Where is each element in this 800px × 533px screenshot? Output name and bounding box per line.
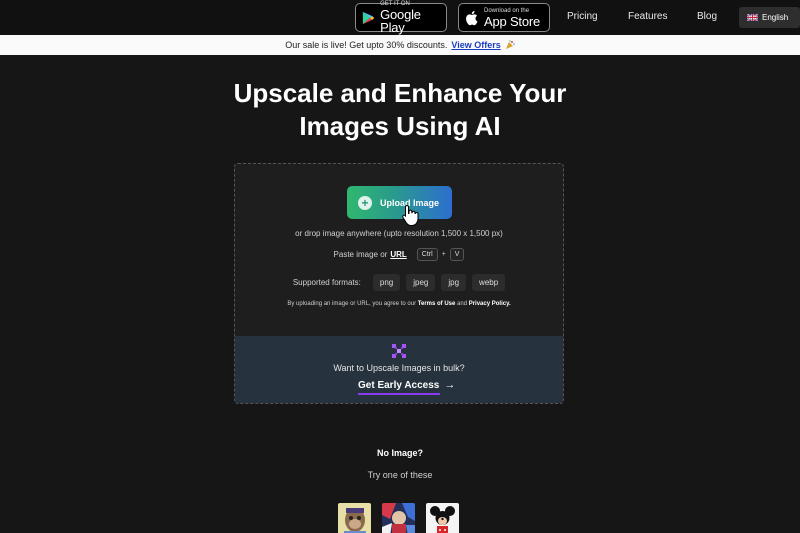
paste-url-link[interactable]: URL <box>390 250 406 259</box>
upload-card[interactable]: + Upload Image or drop image anywhere (u… <box>234 163 564 404</box>
uk-flag-icon <box>747 14 758 21</box>
terms-of-use-link[interactable]: Terms of Use <box>418 301 456 307</box>
app-store-button[interactable]: Download on the App Store <box>458 3 550 32</box>
sample-image-ape[interactable] <box>338 503 371 533</box>
view-offers-link[interactable]: View Offers <box>451 40 500 50</box>
bulk-prompt: Want to Upscale Images in bulk? <box>333 363 465 373</box>
google-play-label: Google Play <box>380 7 421 35</box>
google-play-icon <box>362 11 375 24</box>
formats-label: Supported formats: <box>292 278 361 287</box>
key-plus: + <box>441 251 446 258</box>
format-chip-webp: webp <box>472 274 506 291</box>
terms-prefix: By uploading an image or URL, you agree … <box>287 301 417 307</box>
format-chip-jpeg: jpeg <box>406 274 436 291</box>
bulk-upscale-panel: Want to Upscale Images in bulk? Get Earl… <box>235 336 563 403</box>
plus-icon: + <box>358 195 372 210</box>
arrow-right-icon: → <box>444 379 456 391</box>
party-popper-icon <box>505 40 515 49</box>
nav-features-link[interactable]: Features <box>628 11 667 22</box>
ctrl-key: Ctrl <box>416 248 438 261</box>
terms-and: and <box>457 301 468 307</box>
app-store-label: App Store <box>484 13 541 29</box>
nav-blog-link[interactable]: Blog <box>697 11 717 22</box>
language-selector[interactable]: English <box>739 7 800 28</box>
terms-notice: By uploading an image or URL, you agree … <box>235 301 563 307</box>
sale-banner-text: Our sale is live! Get upto 30% discounts… <box>285 40 448 50</box>
try-samples-text: Try one of these <box>367 470 433 480</box>
sample-image-mickey[interactable] <box>426 503 459 533</box>
page-title-line-1: Upscale and Enhance Your <box>233 78 567 108</box>
top-nav: GET IT ON Google Play Download on the Ap… <box>0 0 800 35</box>
page-title: Upscale and Enhance Your Images Using AI <box>0 77 800 143</box>
upload-image-button[interactable]: + Upload Image <box>347 186 452 219</box>
grid-logo-icon <box>392 344 406 358</box>
v-key: V <box>449 248 465 261</box>
sale-banner: Our sale is live! Get upto 30% discounts… <box>0 35 800 55</box>
early-access-underline <box>358 393 440 395</box>
app-store-small-text: Download on the <box>484 7 530 14</box>
language-label: English <box>762 13 789 22</box>
apple-icon <box>466 10 478 25</box>
drop-hint: or drop image anywhere (upto resolution … <box>295 229 503 238</box>
get-early-access-link[interactable]: Get Early Access → <box>358 379 456 395</box>
format-chip-png: png <box>372 274 401 291</box>
nav-pricing-link[interactable]: Pricing <box>567 11 598 22</box>
google-play-button[interactable]: GET IT ON Google Play <box>355 1 447 35</box>
early-access-label: Get Early Access <box>358 379 440 391</box>
hand-pointer-icon <box>402 204 419 226</box>
paste-prefix: Paste image or <box>333 250 388 259</box>
no-image-heading: No Image? <box>376 448 423 458</box>
page-title-line-2: Images Using AI <box>299 111 501 141</box>
sample-image-comic[interactable] <box>382 503 415 533</box>
paste-hint: Paste image or URL Ctrl + V <box>235 248 563 261</box>
supported-formats: Supported formats: png jpeg jpg webp <box>235 274 563 291</box>
privacy-policy-link[interactable]: Privacy Policy. <box>469 301 511 307</box>
format-chip-jpg: jpg <box>441 274 467 291</box>
